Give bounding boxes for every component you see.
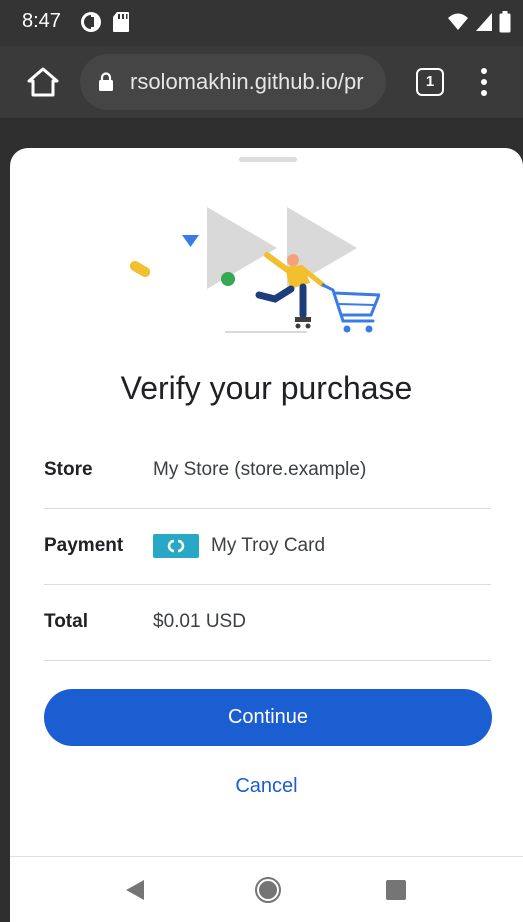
signal-icon bbox=[476, 13, 492, 31]
drag-handle[interactable] bbox=[239, 157, 297, 162]
store-value: My Store (store.example) bbox=[153, 459, 367, 480]
payment-sheet: Verify your purchase Store My Store (sto… bbox=[10, 148, 523, 922]
status-icons-left bbox=[80, 11, 130, 33]
more-vert-icon[interactable] bbox=[478, 66, 490, 98]
total-label: Total bbox=[44, 611, 88, 632]
back-icon[interactable] bbox=[124, 879, 146, 901]
sd-card-icon bbox=[113, 12, 129, 32]
status-time: 8:47 bbox=[22, 10, 61, 32]
cancel-button[interactable]: Cancel bbox=[10, 775, 523, 798]
store-label: Store bbox=[44, 459, 93, 480]
lock-icon bbox=[99, 72, 113, 91]
home-icon[interactable] bbox=[26, 66, 60, 98]
battery-icon bbox=[499, 11, 511, 33]
total-value: $0.01 USD bbox=[153, 611, 246, 632]
shopping-illustration bbox=[129, 207, 380, 333]
payment-row[interactable]: Payment My Troy Card bbox=[44, 508, 491, 585]
status-icons-right bbox=[447, 11, 511, 33]
sheet-title: Verify your purchase bbox=[120, 370, 413, 406]
payment-label: Payment bbox=[44, 535, 124, 556]
troy-card-icon bbox=[153, 534, 199, 558]
total-row: Total $0.01 USD bbox=[44, 584, 491, 661]
tab-switcher-icon[interactable]: 1 bbox=[416, 68, 444, 96]
url-bar[interactable]: rsolomakhin.github.io/pr bbox=[80, 54, 386, 110]
status-bar: 8:47 bbox=[0, 0, 523, 46]
payment-value: My Troy Card bbox=[211, 535, 326, 556]
wifi-icon bbox=[448, 13, 468, 30]
url-text: rsolomakhin.github.io/pr bbox=[130, 69, 364, 94]
store-row: Store My Store (store.example) bbox=[44, 432, 491, 509]
recents-icon[interactable] bbox=[385, 879, 407, 901]
navigation-bar bbox=[10, 856, 523, 922]
data-saver-icon bbox=[81, 12, 101, 32]
browser-toolbar: rsolomakhin.github.io/pr 1 bbox=[0, 46, 523, 118]
continue-button[interactable]: Continue bbox=[44, 689, 492, 746]
home-circle-icon[interactable] bbox=[255, 877, 281, 903]
